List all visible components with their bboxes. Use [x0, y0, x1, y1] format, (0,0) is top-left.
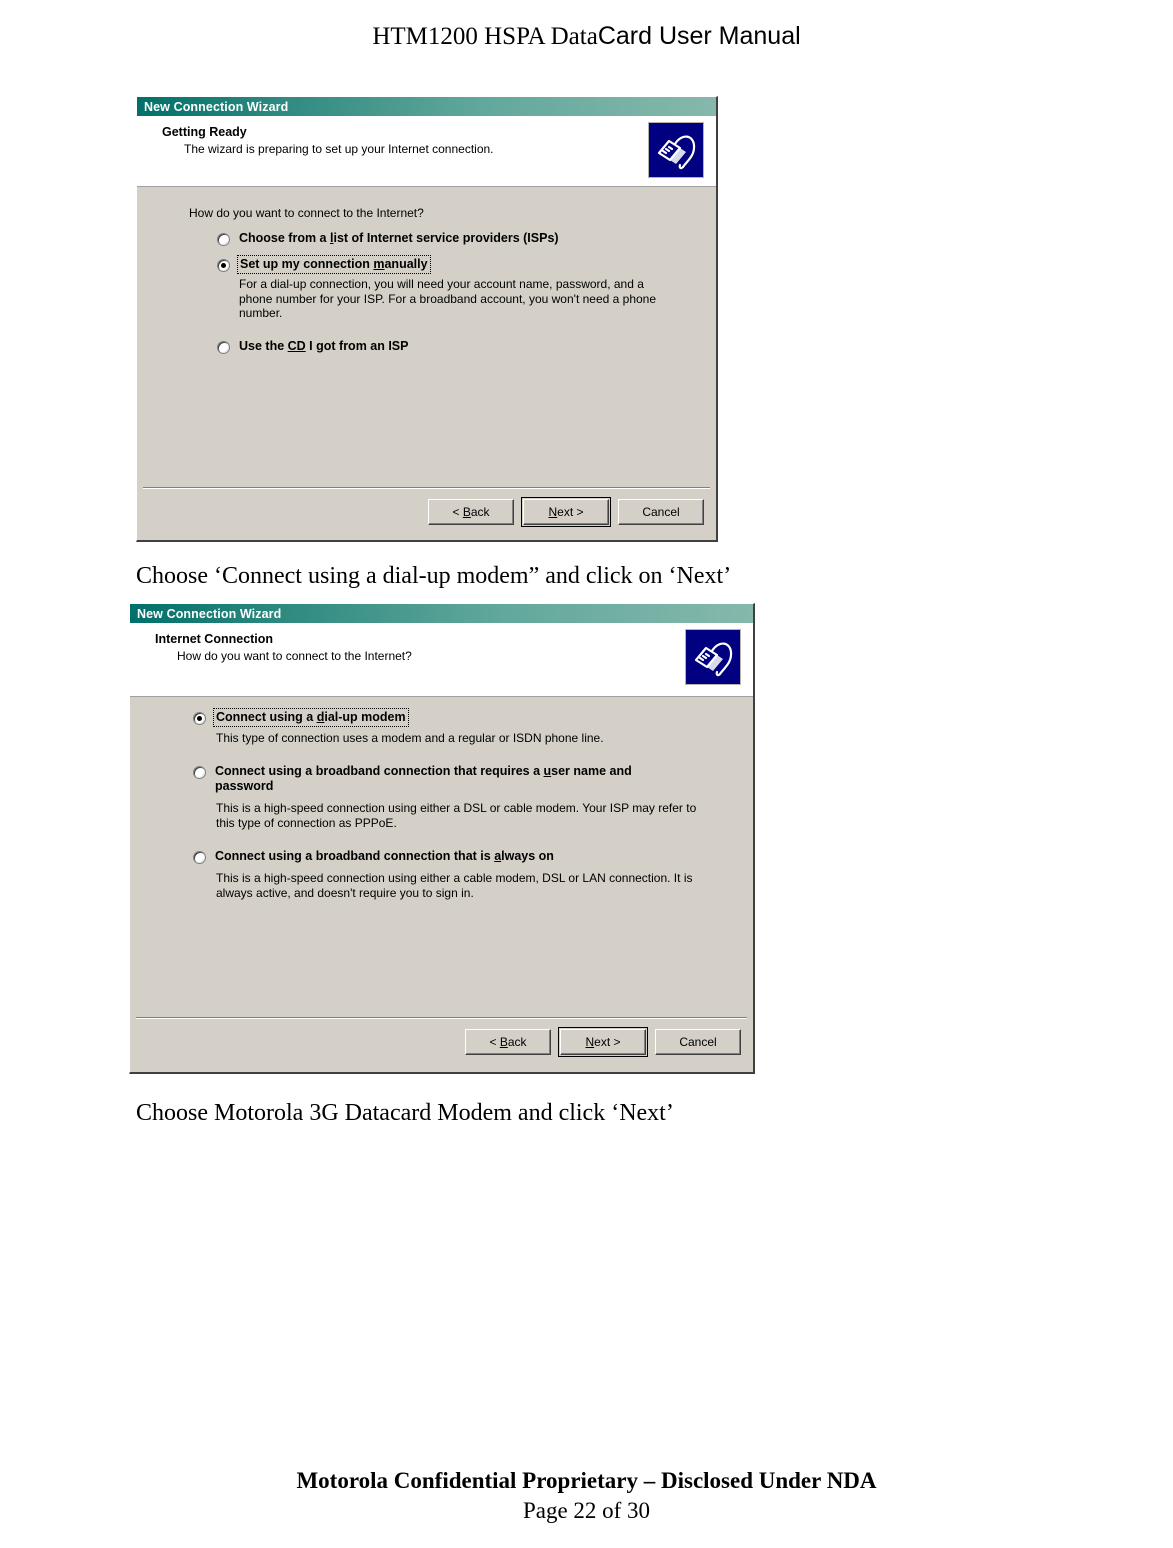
dialog2-titlebar[interactable]: New Connection Wizard — [130, 604, 753, 623]
dialog1-header-band: Getting Ready The wizard is preparing to… — [137, 116, 716, 187]
radio-indicator[interactable] — [217, 341, 230, 354]
radio-indicator[interactable] — [217, 259, 230, 272]
back-button[interactable]: < Back — [428, 499, 514, 525]
radio-indicator[interactable] — [217, 233, 230, 246]
next-button[interactable]: Next > — [558, 1027, 648, 1057]
radio-option-broadband-always-on-description: This is a high-speed connection using ei… — [216, 871, 693, 900]
page-header: HTM1200 HSPA DataCard User Manual — [0, 22, 1173, 51]
radio-option-label: Choose from a list of Internet service p… — [239, 231, 559, 245]
back-button[interactable]: < Back — [465, 1029, 551, 1055]
dialog2-heading: Internet Connection — [155, 632, 274, 646]
radio-option-dialup-modem[interactable]: Connect using a dial-up modem — [193, 708, 409, 727]
radio-option-use-cd-from-isp[interactable]: Use the CD I got from an ISP — [217, 339, 409, 354]
dialog1-prompt: How do you want to connect to the Intern… — [189, 206, 424, 220]
dialog1-heading: Getting Ready — [162, 125, 247, 139]
radio-indicator[interactable] — [193, 851, 206, 864]
radio-option-dialup-modem-description: This type of connection uses a modem and… — [216, 731, 604, 745]
radio-option-broadband-username-password[interactable]: Connect using a broadband connection tha… — [193, 764, 673, 794]
dialog1-button-bar: < Back Next > Cancel — [137, 487, 716, 540]
footer-page-number: Page 22 of 30 — [522, 1498, 651, 1523]
radio-option-label: Connect using a broadband connection tha… — [215, 764, 632, 793]
next-button[interactable]: Next > — [521, 497, 611, 527]
new-connection-wizard-internet-connection-dialog: New Connection Wizard Internet Connectio… — [129, 603, 755, 1074]
caption-choose-motorola-3g-datacard: Choose Motorola 3G Datacard Modem and cl… — [136, 1100, 674, 1126]
dialog1-subheading: The wizard is preparing to set up your I… — [184, 142, 494, 156]
radio-option-label: Set up my connection manually — [237, 255, 431, 274]
radio-option-setup-manually[interactable]: Set up my connection manually — [217, 255, 431, 274]
radio-option-label: Use the CD I got from an ISP — [239, 339, 409, 353]
dialog1-title: New Connection Wizard — [144, 99, 289, 114]
radio-option-label: Connect using a broadband connection tha… — [215, 849, 554, 863]
page-footer: Motorola Confidential Proprietary – Disc… — [0, 1468, 1173, 1524]
radio-option-setup-manually-description: For a dial-up connection, you will need … — [239, 277, 657, 320]
radio-option-choose-from-isp-list[interactable]: Choose from a list of Internet service p… — [217, 231, 559, 246]
radio-option-broadband-always-on[interactable]: Connect using a broadband connection tha… — [193, 849, 673, 864]
caption-choose-dialup-modem: Choose ‘Connect using a dial-up modem” a… — [136, 563, 732, 589]
cancel-button[interactable]: Cancel — [618, 499, 704, 525]
network-plug-icon — [685, 629, 741, 685]
dialog2-button-bar: < Back Next > Cancel — [130, 1017, 753, 1072]
dialog1-titlebar[interactable]: New Connection Wizard — [137, 97, 716, 116]
page-header-title-serif: HTM1200 HSPA Data — [372, 23, 598, 50]
new-connection-wizard-getting-ready-dialog: New Connection Wizard Getting Ready The … — [136, 96, 718, 542]
radio-option-label: Connect using a dial-up modem — [213, 708, 409, 727]
cancel-button[interactable]: Cancel — [655, 1029, 741, 1055]
footer-confidential-notice: Motorola Confidential Proprietary – Disc… — [296, 1468, 877, 1493]
dialog2-header-band: Internet Connection How do you want to c… — [130, 623, 753, 697]
radio-option-broadband-username-password-description: This is a high-speed connection using ei… — [216, 801, 697, 830]
dialog1-body: How do you want to connect to the Intern… — [137, 187, 716, 489]
dialog2-subheading: How do you want to connect to the Intern… — [177, 649, 412, 663]
page-header-title-sans: Card User Manual — [597, 22, 801, 50]
radio-indicator[interactable] — [193, 766, 206, 779]
dialog2-title: New Connection Wizard — [137, 606, 282, 621]
network-plug-icon — [648, 122, 704, 178]
radio-indicator[interactable] — [193, 712, 206, 725]
dialog2-body: Connect using a dial-up modem This type … — [130, 697, 753, 1021]
